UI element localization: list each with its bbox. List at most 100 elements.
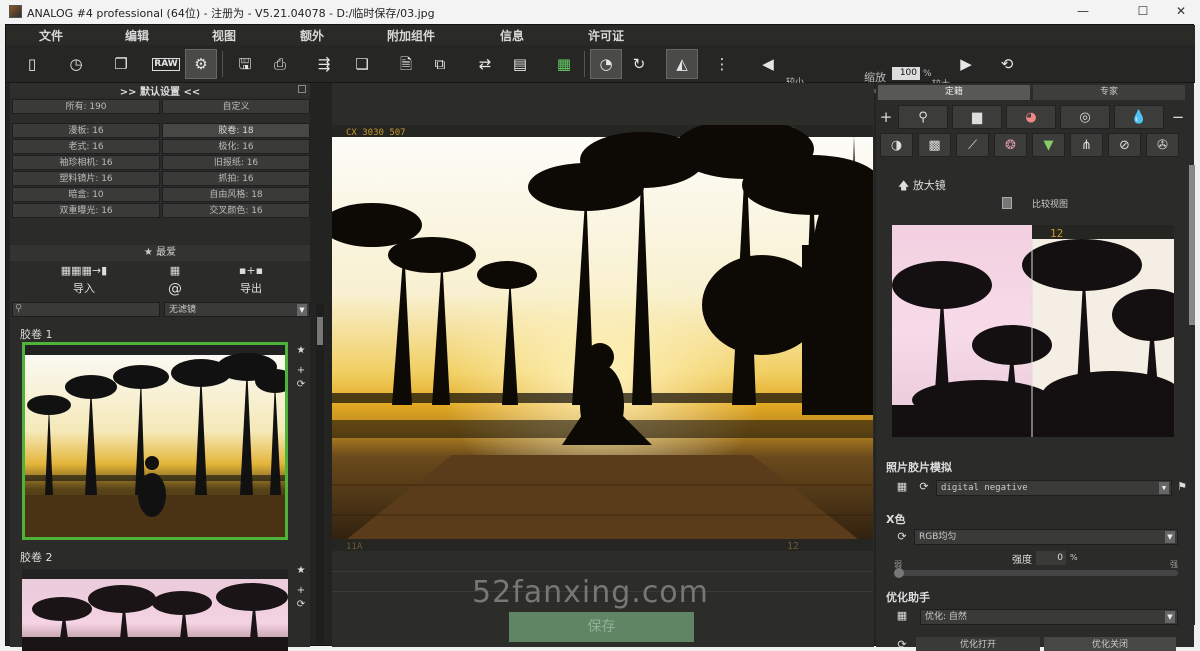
right-scrollbar[interactable]	[1189, 165, 1195, 625]
menu-extra[interactable]: 额外	[300, 27, 324, 44]
email-icon[interactable]: @	[160, 280, 190, 298]
save-image-button[interactable]: 保存	[509, 612, 694, 642]
preset-item[interactable]: 极化: 16	[162, 139, 310, 154]
left-scrollbar[interactable]	[316, 303, 324, 643]
color-wheel-tool[interactable]: ◕	[1006, 105, 1056, 129]
menu-info[interactable]: 信息	[500, 27, 524, 44]
menu-addons[interactable]: 附加组件	[387, 27, 435, 44]
history-open-button[interactable]: ◷	[60, 49, 92, 79]
grid-button[interactable]: ⋮	[706, 49, 738, 79]
preset-item[interactable]: 袖珍相机: 16	[12, 155, 160, 170]
refresh-icon[interactable]: ⟳	[894, 637, 910, 651]
compare-button[interactable]: ⇄	[469, 49, 501, 79]
preset-item[interactable]: 旧报纸: 16	[162, 155, 310, 170]
settings-button[interactable]: ⚙	[185, 49, 217, 79]
lens-tool[interactable]: ◎	[1060, 105, 1110, 129]
copy-button[interactable]: ❐	[105, 49, 137, 79]
close-icon[interactable]: ✕	[1158, 0, 1200, 24]
remove-tool-icon[interactable]: −	[1170, 109, 1186, 125]
new-doc-button[interactable]: ▯	[16, 49, 48, 79]
pin-icon[interactable]: ⚑	[1174, 479, 1190, 495]
drop-tool[interactable]: 💧	[1114, 105, 1164, 129]
preset-item[interactable]: 抓拍: 16	[162, 171, 310, 186]
color-triangle-tool[interactable]: ▼	[1032, 133, 1065, 157]
levels-tool[interactable]: ▆	[952, 105, 1002, 129]
export-button[interactable]: 导出	[192, 280, 310, 298]
preset-item[interactable]: 老式: 16	[12, 139, 160, 154]
strength-input[interactable]: 0	[1036, 551, 1066, 565]
add-icon[interactable]: +	[294, 585, 308, 596]
optimize-preset-select[interactable]: 优化: 自然 ▼	[920, 609, 1178, 625]
redo-button[interactable]: ↻	[623, 49, 655, 79]
add-icon[interactable]: +	[294, 365, 308, 376]
preset-item[interactable]: 胶卷: 18	[162, 123, 310, 138]
preset-item[interactable]: 所有: 190	[12, 99, 160, 114]
histogram-button[interactable]: ▦	[548, 49, 580, 79]
export-preset-icon[interactable]: ▪+▪	[192, 262, 310, 280]
magnifier-view[interactable]: 12	[892, 225, 1174, 437]
layers-button[interactable]: ❏	[346, 49, 378, 79]
flip-button[interactable]: ◀	[752, 49, 784, 79]
preset-item[interactable]: 双重曝光: 16	[12, 203, 160, 218]
fit-button[interactable]: ▶	[950, 49, 982, 79]
aperture-tool[interactable]: ✇	[1146, 133, 1179, 157]
batch-button[interactable]: ⧉	[424, 49, 456, 79]
strength-slider-knob[interactable]	[894, 568, 904, 578]
favorite-star-icon[interactable]: ★	[294, 345, 308, 356]
raw-button[interactable]: RAW	[150, 49, 182, 79]
preset-item[interactable]: 自定义	[162, 99, 310, 114]
menu-license[interactable]: 许可证	[588, 27, 624, 44]
filter-select[interactable]: 无滤镜 ▼	[164, 302, 310, 317]
search-input[interactable]: ⚲	[12, 302, 160, 317]
disable-tool[interactable]: ⊘	[1108, 133, 1141, 157]
crop-button[interactable]: ⟲	[991, 49, 1023, 79]
optimize-on-button[interactable]: 优化打开	[916, 637, 1040, 651]
preset-item[interactable]: 交叉颜色: 16	[162, 203, 310, 218]
right-scrollbar-thumb[interactable]	[1189, 165, 1195, 325]
menu-view[interactable]: 视图	[212, 27, 236, 44]
pdf-button[interactable]: 🗎	[390, 49, 422, 79]
contrast-tool[interactable]: ◑	[880, 133, 913, 157]
zoom-input[interactable]: 100	[892, 67, 920, 80]
color-ring-tool[interactable]: ❂	[994, 133, 1027, 157]
add-tool-icon[interactable]: +	[878, 109, 894, 125]
tab-basic[interactable]: 定籍	[878, 85, 1030, 100]
import-icon[interactable]: ▦▦▦→▮	[10, 262, 158, 280]
scratch-tool[interactable]: ⟋	[956, 133, 989, 157]
main-image[interactable]: CX 3030 507 12 11A 12	[332, 125, 873, 551]
grid-icon[interactable]: ▦	[894, 479, 910, 495]
left-scrollbar-thumb[interactable]	[317, 317, 323, 345]
film-thumbnail-2[interactable]	[22, 569, 288, 651]
refresh-icon[interactable]: ⟳	[294, 379, 308, 390]
minimize-icon[interactable]: —	[1060, 0, 1106, 24]
grid-icon[interactable]: ▦	[160, 262, 190, 280]
optimize-off-button[interactable]: 优化关闭	[1044, 637, 1176, 651]
split-tool[interactable]: ⋔	[1070, 133, 1103, 157]
magnifier-tool[interactable]: ⚲	[898, 105, 948, 129]
grain-tool[interactable]: ▩	[918, 133, 951, 157]
mirror-button[interactable]: ◭	[666, 49, 698, 79]
menu-edit[interactable]: 编辑	[125, 27, 149, 44]
favorites-button[interactable]: ★ 最爱	[10, 245, 310, 261]
menu-file[interactable]: 文件	[39, 27, 63, 44]
print-button[interactable]: ⎙	[264, 49, 296, 79]
info-button[interactable]: ▤	[504, 49, 536, 79]
favorite-star-icon[interactable]: ★	[294, 565, 308, 576]
refresh-icon[interactable]: ⟳	[294, 599, 308, 610]
color-preset-select[interactable]: RGB均匀 ▼	[914, 529, 1178, 545]
preset-item[interactable]: 塑料镜片: 16	[12, 171, 160, 186]
save-button[interactable]: 🖫	[229, 49, 261, 79]
preset-item[interactable]: 漫板: 16	[12, 123, 160, 138]
refresh-icon[interactable]: ⟳	[894, 529, 910, 545]
preset-item[interactable]: 暗盒: 10	[12, 187, 160, 202]
preset-item[interactable]: 自由风格: 18	[162, 187, 310, 202]
history-button[interactable]: ◔	[590, 49, 622, 79]
import-button[interactable]: 导入	[10, 280, 158, 298]
film-thumbnail-1[interactable]	[22, 342, 288, 540]
tab-expert[interactable]: 专家	[1033, 85, 1185, 100]
compare-toggle[interactable]	[1002, 197, 1012, 209]
export-button[interactable]: ⇶	[308, 49, 340, 79]
grid-icon[interactable]: ▦	[894, 608, 910, 624]
pin-icon[interactable]	[298, 85, 306, 93]
film-preset-select[interactable]: digital negative ▼	[936, 480, 1172, 496]
